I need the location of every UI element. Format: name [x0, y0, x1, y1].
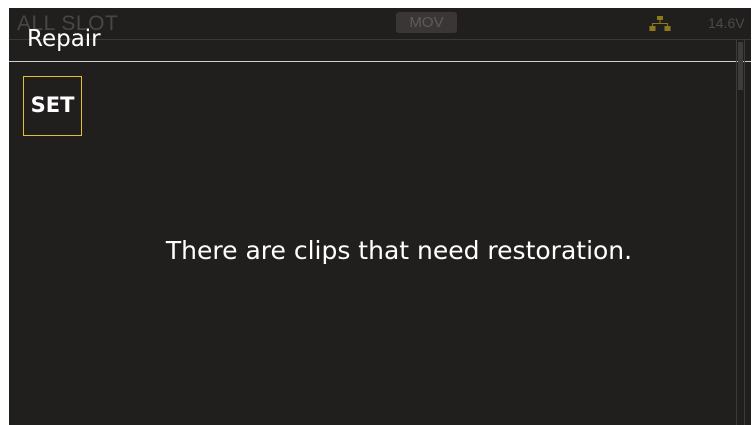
status-divider	[9, 39, 751, 40]
page-title: Repair	[27, 26, 101, 52]
scrollbar-thumb[interactable]	[738, 42, 743, 90]
title-divider	[9, 61, 751, 62]
restoration-message: There are clips that need restoration.	[165, 236, 633, 265]
set-button[interactable]: SET	[23, 76, 82, 136]
status-bar: ALL SLOT MOV 14.6V	[9, 8, 751, 40]
network-icon	[649, 15, 671, 33]
format-badge: MOV	[396, 12, 457, 33]
battery-voltage: 14.6V	[708, 15, 745, 31]
repair-screen: ALL SLOT MOV 14.6V Repair SET There are …	[9, 8, 751, 425]
scrollbar[interactable]	[736, 40, 745, 425]
